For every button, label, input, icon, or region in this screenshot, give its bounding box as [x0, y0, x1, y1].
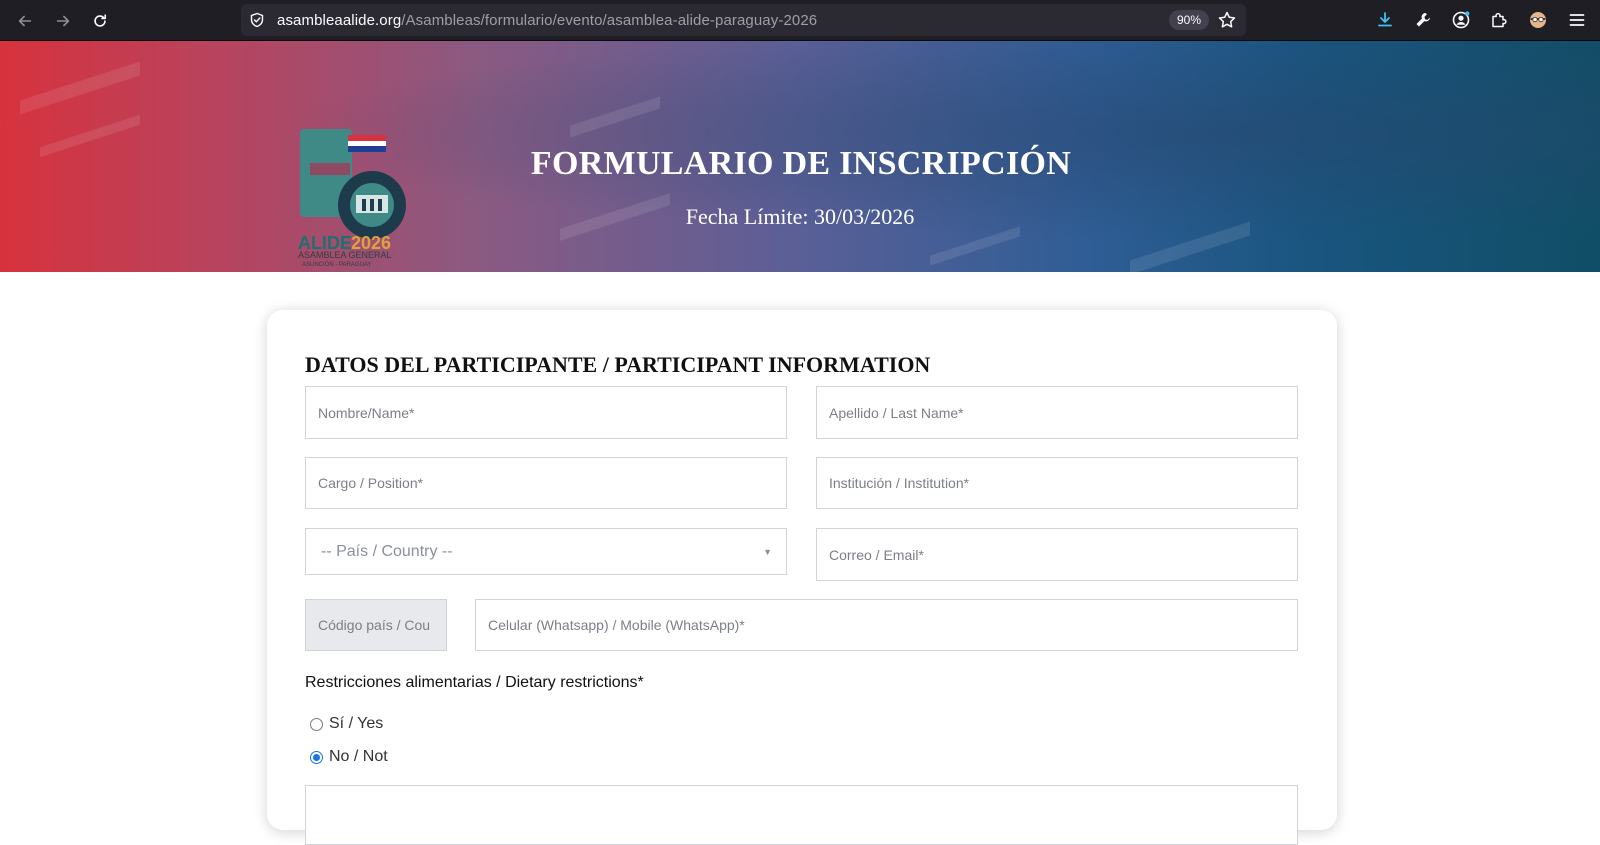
address-bar[interactable]: asambleaalide.org/Asambleas/formulario/e… [241, 4, 1246, 36]
profile-avatar-icon[interactable] [1527, 9, 1549, 31]
institution-placeholder: Institución / Institution* [829, 475, 970, 491]
page-title: FORMULARIO DE INSCRIPCIÓN [0, 145, 1600, 183]
svg-text:ASUNCIÓN - PARAGUAY: ASUNCIÓN - PARAGUAY [302, 261, 371, 267]
zoom-badge[interactable]: 90% [1169, 10, 1210, 30]
last-name-placeholder: Apellido / Last Name* [829, 404, 964, 421]
section-title: DATOS DEL PARTICIPANTE / PARTICIPANT INF… [305, 352, 931, 377]
dietary-yes-radio[interactable] [310, 717, 323, 731]
url-path: /Asambleas/formulario/evento/asamblea-al… [401, 12, 818, 29]
position-input[interactable]: Cargo / Position* [305, 457, 787, 509]
form-card: DATOS DEL PARTICIPANTE / PARTICIPANT INF… [267, 310, 1337, 845]
position-placeholder: Cargo / Position* [318, 475, 424, 491]
back-arrow-icon[interactable] [12, 8, 38, 34]
mobile-placeholder: Celular (Whatsapp) / Mobile (WhatsApp)* [488, 617, 745, 633]
first-name-input[interactable]: Nombre/Name* [305, 386, 787, 439]
email-input[interactable]: Correo / Email* [816, 528, 1298, 581]
dietary-yes-option[interactable]: Sí / Yes [310, 715, 383, 733]
header-banner: ALIDE 2026 ASAMBLEA GENERAL ASUNCIÓN - P… [0, 41, 1600, 272]
url-domain: asambleaalide.org [277, 12, 402, 29]
first-name-placeholder: Nombre/Name* [318, 404, 415, 421]
deadline-text: Fecha Límite: 30/03/2026 [685, 204, 915, 229]
wrench-icon[interactable] [1412, 9, 1434, 31]
url-text: asambleaalide.org/Asambleas/formulario/e… [277, 12, 817, 29]
institution-input[interactable]: Institución / Institution* [816, 457, 1298, 509]
country-code-input[interactable]: Código país / Cou [305, 599, 447, 651]
last-name-input[interactable]: Apellido / Last Name* [816, 386, 1298, 439]
download-icon[interactable] [1374, 9, 1396, 31]
mobile-input[interactable]: Celular (Whatsapp) / Mobile (WhatsApp)* [475, 599, 1298, 651]
email-placeholder: Correo / Email* [829, 546, 924, 563]
country-code-placeholder: Código país / Cou [318, 617, 431, 633]
dietary-label: Restricciones alimentarias / Dietary res… [305, 674, 644, 691]
dietary-no-radio[interactable] [310, 750, 323, 764]
menu-icon[interactable] [1566, 9, 1588, 31]
page-title-text: FORMULARIO DE INSCRIPCIÓN [530, 145, 1072, 182]
shield-icon[interactable] [249, 12, 265, 28]
country-select[interactable]: -- País / Country -- ▼ [305, 528, 787, 575]
chevron-down-icon: ▼ [763, 546, 772, 557]
account-icon[interactable] [1450, 9, 1472, 31]
dietary-no-option[interactable]: No / Not [310, 748, 388, 766]
dietary-details-input[interactable] [305, 785, 1298, 845]
star-icon[interactable] [1217, 10, 1237, 30]
dietary-no-label[interactable]: No / Not [329, 748, 388, 766]
reload-icon[interactable] [87, 8, 113, 34]
country-select-value: -- País / Country -- [321, 542, 453, 560]
browser-toolbar: asambleaalide.org/Asambleas/formulario/e… [0, 0, 1600, 41]
svg-text:ASAMBLEA GENERAL: ASAMBLEA GENERAL [298, 250, 392, 260]
dietary-yes-label[interactable]: Sí / Yes [329, 715, 383, 733]
extensions-icon[interactable] [1488, 9, 1510, 31]
forward-arrow-icon[interactable] [50, 8, 76, 34]
